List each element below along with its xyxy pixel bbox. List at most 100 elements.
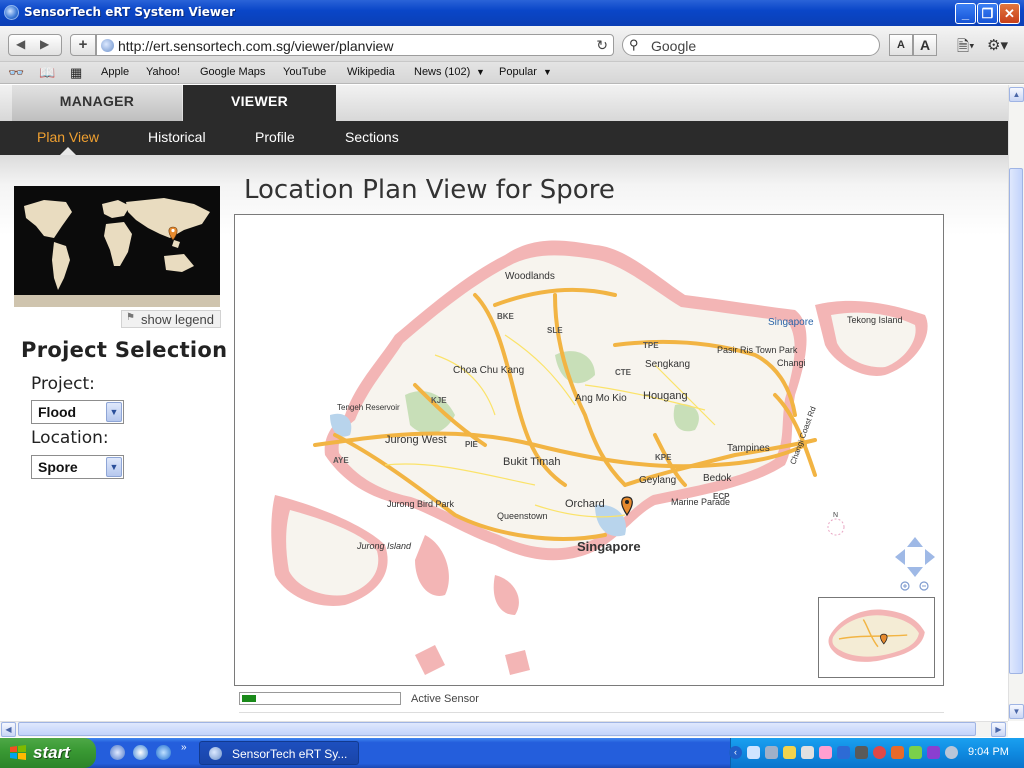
location-select[interactable]: Spore ▼ bbox=[31, 455, 124, 479]
search-placeholder: Google bbox=[651, 38, 697, 54]
app-tray-icon[interactable] bbox=[819, 746, 832, 759]
tab-viewer[interactable]: VIEWER bbox=[183, 85, 336, 121]
map-label-jurong-island: Jurong Island bbox=[356, 541, 412, 551]
horizontal-scroll-thumb[interactable] bbox=[18, 722, 976, 736]
bookmark-google-maps[interactable]: Google Maps bbox=[200, 66, 265, 78]
close-button[interactable]: ✕ bbox=[999, 3, 1020, 24]
text-larger-button[interactable]: A bbox=[913, 34, 937, 56]
web-page: MANAGER VIEWER Plan View Historical Prof… bbox=[0, 85, 1008, 721]
bookmark-popular[interactable]: Popular bbox=[499, 66, 537, 78]
pan-control-icon[interactable] bbox=[895, 537, 935, 577]
volume-icon[interactable] bbox=[855, 746, 868, 759]
tray-expand-icon[interactable]: ‹ bbox=[729, 746, 742, 759]
scroll-down-icon[interactable]: ▼ bbox=[1009, 704, 1024, 719]
zoom-in-icon[interactable] bbox=[900, 581, 910, 591]
bookmark-wikipedia[interactable]: Wikipedia bbox=[347, 66, 395, 78]
subnav-historical[interactable]: Historical bbox=[148, 129, 206, 145]
quicklaunch-ie-icon[interactable] bbox=[156, 745, 171, 760]
nav-buttons: ◀ ▶ bbox=[8, 34, 62, 56]
grid-icon[interactable]: ▦ bbox=[70, 65, 82, 81]
scroll-left-icon[interactable]: ◀ bbox=[1, 722, 16, 737]
page-menu-icon[interactable]: 🗎▾ bbox=[957, 36, 975, 61]
expressway-bke: BKE bbox=[497, 312, 515, 321]
show-legend-button[interactable]: ⚑ show legend bbox=[121, 310, 221, 328]
back-icon[interactable]: ◀ bbox=[16, 37, 25, 51]
app2-tray-icon[interactable] bbox=[927, 746, 940, 759]
chevron-down-icon: ▼ bbox=[476, 67, 485, 77]
forward-icon[interactable]: ▶ bbox=[40, 37, 49, 51]
project-label: Project: bbox=[31, 374, 95, 394]
map-label-ang-mo-kio: Ang Mo Kio bbox=[575, 393, 627, 404]
update-icon[interactable] bbox=[891, 746, 904, 759]
browser-app-icon bbox=[4, 5, 19, 20]
scroll-up-icon[interactable]: ▲ bbox=[1009, 87, 1024, 102]
compass-icon: N bbox=[827, 512, 845, 536]
map-label-choa-chu-kang: Choa Chu Kang bbox=[453, 365, 524, 376]
bookmark-yahoo[interactable]: Yahoo! bbox=[146, 66, 180, 78]
quicklaunch-more-icon[interactable]: » bbox=[181, 742, 187, 753]
display-icon[interactable] bbox=[765, 746, 778, 759]
chevron-down-icon: ▼ bbox=[106, 402, 122, 422]
taskbar: start » SensorTech eRT Sy... ‹ 9:04 PM bbox=[0, 738, 1024, 768]
map-label-queenstown: Queenstown bbox=[497, 511, 548, 521]
search-icon: ⚲ bbox=[629, 37, 639, 52]
security-icon[interactable] bbox=[873, 746, 886, 759]
bookmark-apple[interactable]: Apple bbox=[101, 66, 129, 78]
wifi-icon[interactable] bbox=[909, 746, 922, 759]
tab-manager[interactable]: MANAGER bbox=[12, 85, 182, 121]
maximize-button[interactable]: ❐ bbox=[977, 3, 998, 24]
book-icon[interactable]: 📖 bbox=[39, 65, 55, 81]
project-selection-title: Project Selection bbox=[21, 338, 228, 362]
map-label-woodlands: Woodlands bbox=[505, 271, 555, 282]
start-button[interactable]: start bbox=[0, 738, 96, 768]
minimize-button[interactable]: _ bbox=[955, 3, 976, 24]
page-icon bbox=[101, 39, 114, 52]
zoom-out-icon[interactable] bbox=[919, 581, 929, 591]
search-tray-icon[interactable] bbox=[801, 746, 814, 759]
map-label-orchard: Orchard bbox=[565, 498, 605, 510]
sub-navigation: Plan View Historical Profile Sections bbox=[0, 121, 1008, 155]
vertical-scroll-thumb[interactable] bbox=[1009, 168, 1023, 674]
browser-toolbar: ◀ ▶ + http://ert.sensortech.com.sg/viewe… bbox=[0, 26, 1024, 62]
reading-glasses-icon[interactable]: 👓 bbox=[8, 65, 24, 81]
expressway-kje: KJE bbox=[431, 396, 447, 405]
map-view[interactable]: Woodlands Singapore Choa Chu Kang Sengka… bbox=[234, 214, 944, 686]
location-label: Location: bbox=[31, 428, 109, 448]
clock[interactable]: 9:04 PM bbox=[968, 746, 1009, 758]
project-select[interactable]: Flood ▼ bbox=[31, 400, 124, 424]
bluetooth-icon[interactable] bbox=[837, 746, 850, 759]
map-label-tekong: Tekong Island bbox=[847, 315, 903, 325]
map-label-tengeh-reservoir: Tengeh Reservoir bbox=[337, 403, 400, 412]
world-map[interactable] bbox=[14, 186, 220, 307]
browser-task-icon bbox=[209, 747, 222, 760]
chevron-down-icon: ▼ bbox=[543, 67, 552, 77]
quicklaunch-explorer-icon[interactable] bbox=[133, 745, 148, 760]
quicklaunch-browser-icon[interactable] bbox=[110, 745, 125, 760]
subnav-profile[interactable]: Profile bbox=[255, 129, 295, 145]
subnav-plan-view[interactable]: Plan View bbox=[37, 129, 99, 145]
address-bar[interactable]: http://ert.sensortech.com.sg/viewer/plan… bbox=[96, 34, 614, 56]
active-sensor-swatch bbox=[242, 695, 256, 702]
taskbar-item-browser[interactable]: SensorTech eRT Sy... bbox=[199, 741, 359, 765]
search-input[interactable]: ⚲ Google bbox=[622, 34, 880, 56]
bookmark-youtube[interactable]: YouTube bbox=[283, 66, 326, 78]
sync-icon[interactable] bbox=[945, 746, 958, 759]
network-icon[interactable] bbox=[747, 746, 760, 759]
gear-icon[interactable]: ⚙▾ bbox=[987, 36, 1008, 54]
subnav-sections[interactable]: Sections bbox=[345, 129, 399, 145]
map-label-bukit-timah: Bukit Timah bbox=[503, 456, 560, 468]
add-bookmark-button[interactable]: + bbox=[70, 34, 96, 56]
expressway-aye: AYE bbox=[333, 456, 349, 465]
key-icon[interactable] bbox=[783, 746, 796, 759]
map-label-changi: Changi bbox=[777, 358, 806, 368]
window-title: SensorTech eRT System Viewer bbox=[24, 5, 236, 19]
map-label-bedok: Bedok bbox=[703, 473, 732, 484]
scroll-right-icon[interactable]: ▶ bbox=[991, 722, 1006, 737]
reload-icon[interactable]: ↻ bbox=[596, 37, 608, 54]
active-sensor-label: Active Sensor bbox=[411, 693, 479, 705]
overview-minimap[interactable] bbox=[818, 597, 935, 678]
text-smaller-button[interactable]: A bbox=[889, 34, 913, 56]
expressway-ecp: ECP bbox=[713, 492, 730, 501]
url-text: http://ert.sensortech.com.sg/viewer/plan… bbox=[118, 38, 394, 54]
bookmark-news[interactable]: News (102) bbox=[414, 66, 470, 78]
